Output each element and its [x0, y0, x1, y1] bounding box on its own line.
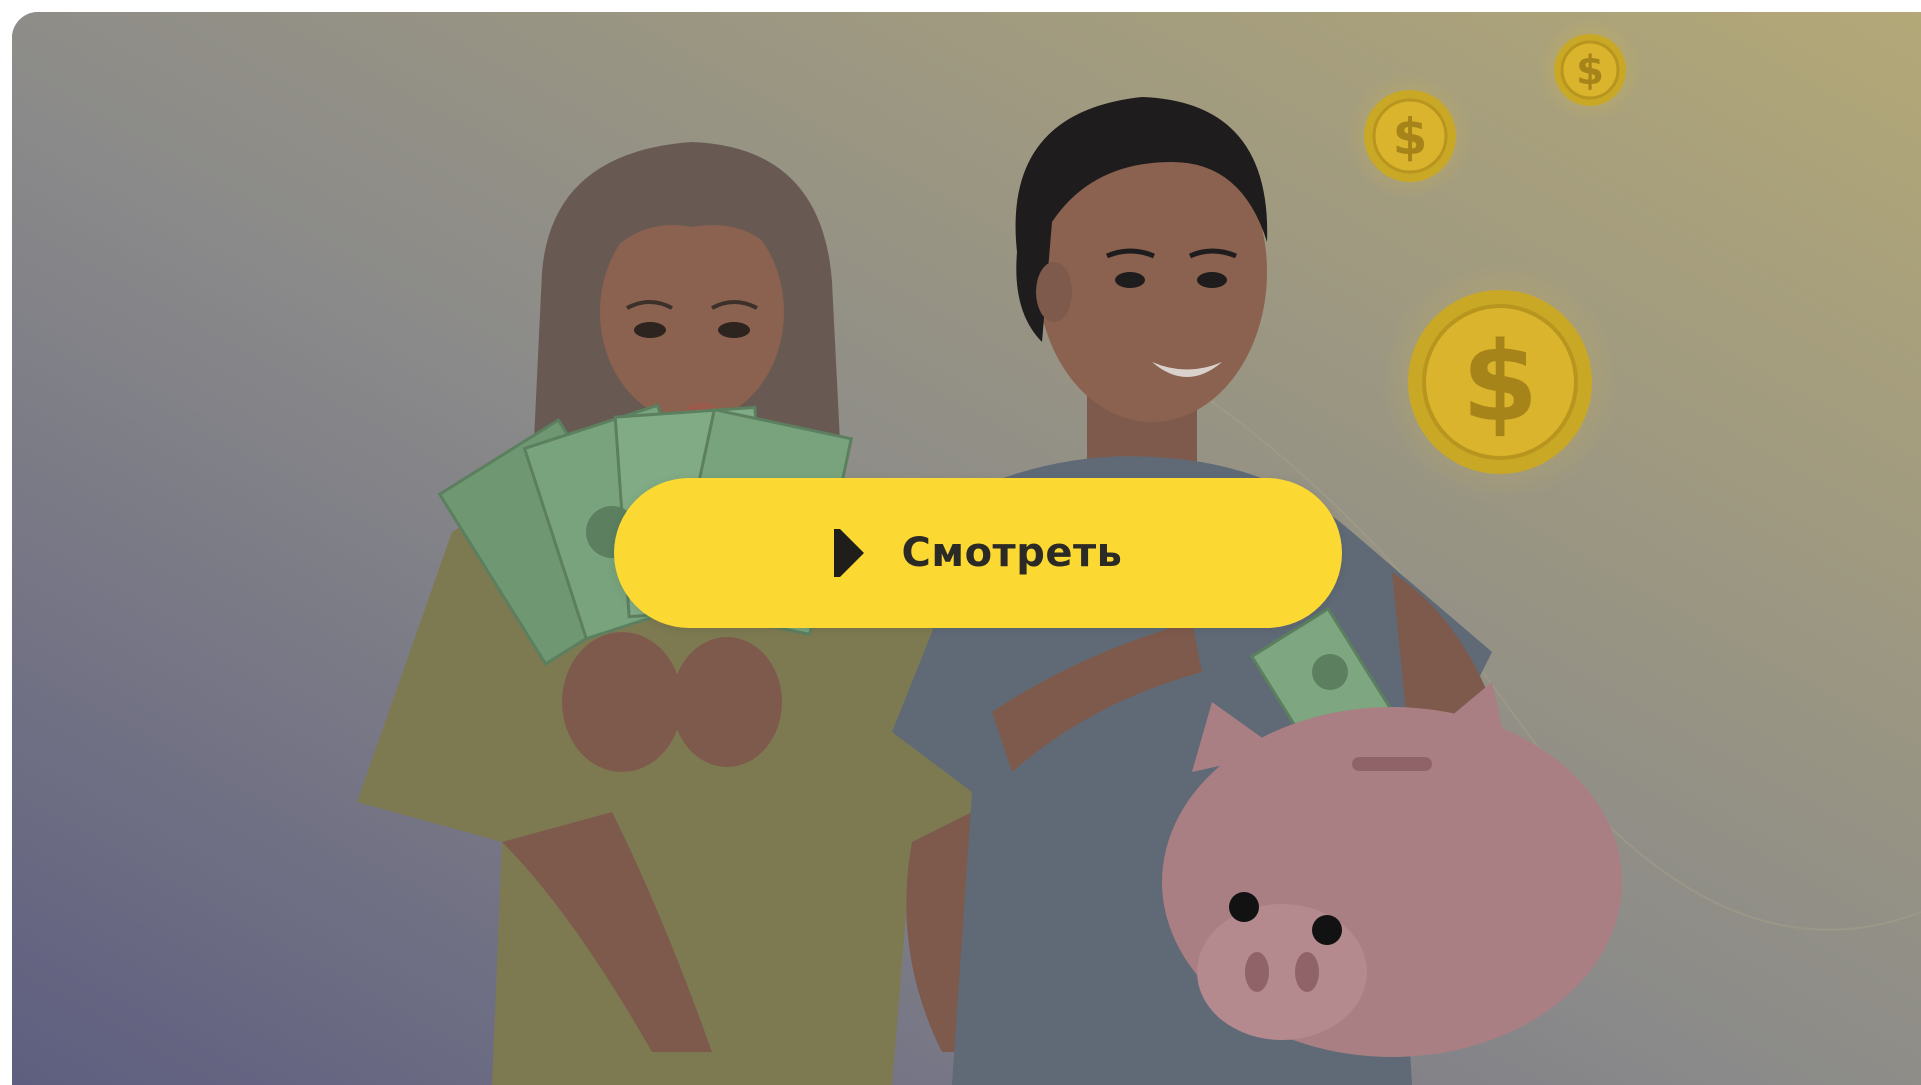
svg-text:$: $ — [1393, 108, 1428, 166]
watch-button-label: Смотреть — [901, 530, 1123, 576]
svg-text:$: $ — [1462, 318, 1539, 446]
coin-small-icon: $ — [1538, 18, 1642, 122]
video-preview-card[interactable]: $ $ $ Смотреть — [12, 12, 1921, 1085]
play-icon — [833, 529, 864, 577]
watch-video-button[interactable]: Смотреть — [614, 478, 1342, 628]
svg-text:$: $ — [1576, 48, 1604, 94]
coin-large-icon: $ — [1380, 262, 1620, 502]
coin-medium-icon: $ — [1346, 72, 1474, 200]
